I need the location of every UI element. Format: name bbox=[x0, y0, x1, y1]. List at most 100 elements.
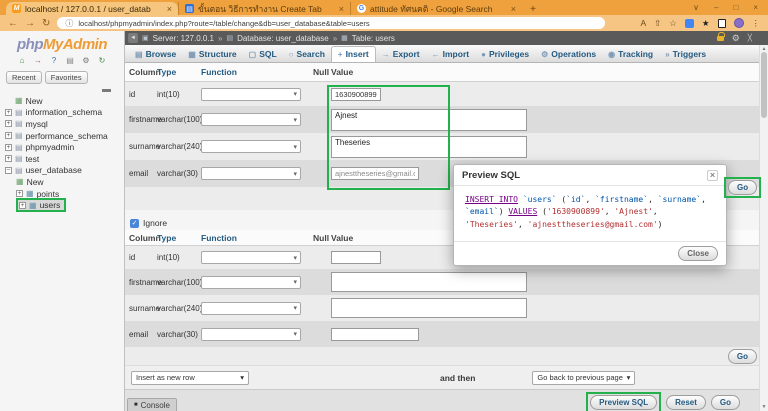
reset-button[interactable]: Reset bbox=[666, 395, 706, 410]
email-value-input-2[interactable] bbox=[331, 328, 419, 341]
function-select[interactable]: ▾ bbox=[201, 140, 301, 153]
expand-icon[interactable]: + bbox=[5, 120, 12, 127]
fullscreen-icon[interactable]: ╳ bbox=[748, 34, 752, 42]
console-tab[interactable]: ■ Console bbox=[127, 398, 177, 411]
expand-icon[interactable]: + bbox=[5, 144, 12, 151]
tree-item-information-schema[interactable]: + ▤ information_schema bbox=[0, 107, 124, 119]
browser-menu-icon[interactable]: ⋮ bbox=[752, 18, 761, 29]
share-icon[interactable]: ⇧ bbox=[654, 18, 661, 29]
firstname-value-textarea-2[interactable] bbox=[331, 272, 527, 292]
browser-tab-google-search[interactable]: G attitude ทัศนคติ - Google Search × bbox=[350, 2, 522, 15]
tab-search-icon[interactable]: ∨ bbox=[693, 3, 699, 12]
collapse-icon[interactable]: − bbox=[5, 167, 12, 174]
id-value-input-2[interactable] bbox=[331, 251, 381, 264]
bookmark-star-icon[interactable]: ☆ bbox=[669, 18, 677, 29]
email-value-input[interactable] bbox=[331, 167, 419, 180]
back-icon[interactable]: ← bbox=[8, 18, 18, 29]
extension-icon-blue[interactable] bbox=[685, 19, 694, 28]
tab-sql[interactable]: ▢SQL bbox=[243, 47, 283, 62]
page-settings-gear-icon[interactable]: ⚙ bbox=[732, 33, 740, 44]
tab-insert[interactable]: +Insert bbox=[331, 46, 376, 62]
minimize-icon[interactable]: – bbox=[714, 3, 718, 12]
recent-button[interactable]: Recent bbox=[6, 71, 42, 84]
logout-icon[interactable]: → bbox=[33, 56, 43, 65]
expand-icon[interactable]: + bbox=[16, 190, 23, 197]
scroll-down-icon[interactable]: ▼ bbox=[760, 404, 768, 410]
tree-item-users[interactable]: + ▦ users bbox=[0, 199, 124, 211]
expand-icon[interactable]: + bbox=[5, 109, 12, 116]
tree-item-new-database[interactable]: ▦ New bbox=[0, 95, 124, 107]
go-button[interactable]: Go bbox=[711, 395, 740, 410]
function-select[interactable]: ▾ bbox=[201, 251, 301, 264]
tree-label[interactable]: test bbox=[26, 154, 40, 164]
tree-item-user-database[interactable]: − ▤ user_database bbox=[0, 165, 124, 177]
tree-item-new-table[interactable]: ▦ New bbox=[0, 176, 124, 188]
tree-label[interactable]: users bbox=[40, 200, 61, 210]
tree-item-phpmyadmin[interactable]: + ▤ phpmyadmin bbox=[0, 141, 124, 153]
tab-triggers[interactable]: »Triggers bbox=[659, 47, 712, 62]
breadcrumb-table[interactable]: Table: users bbox=[352, 34, 395, 43]
function-select[interactable]: ▾ bbox=[201, 113, 301, 126]
nav-resize-handle[interactable] bbox=[102, 89, 111, 92]
tab-browse[interactable]: ▤Browse bbox=[129, 47, 182, 62]
tab-import[interactable]: ←Import bbox=[426, 47, 475, 62]
function-select[interactable]: ▾ bbox=[201, 88, 301, 101]
insert-mode-select[interactable]: Insert as new row ▾ bbox=[131, 371, 249, 385]
tree-label[interactable]: points bbox=[37, 189, 60, 199]
tree-label[interactable]: user_database bbox=[26, 165, 82, 175]
function-select[interactable]: ▾ bbox=[201, 167, 301, 180]
surname-value-textarea-2[interactable] bbox=[331, 298, 527, 318]
tree-label[interactable]: mysql bbox=[26, 119, 48, 129]
tree-label[interactable]: New bbox=[27, 177, 44, 187]
tab-close-icon[interactable]: × bbox=[339, 4, 344, 14]
help-icon[interactable]: ? bbox=[49, 56, 59, 65]
tab-privileges[interactable]: ●Privileges bbox=[475, 47, 535, 62]
function-select[interactable]: ▾ bbox=[201, 302, 301, 315]
favorites-button[interactable]: Favorites bbox=[45, 71, 88, 84]
tree-label[interactable]: phpmyadmin bbox=[26, 142, 75, 152]
after-insert-select[interactable]: Go back to previous page ▾ bbox=[532, 371, 635, 385]
tab-close-icon[interactable]: × bbox=[167, 4, 172, 14]
reload-icon[interactable]: ↻ bbox=[42, 18, 50, 29]
collapse-nav-icon[interactable]: ◄ bbox=[128, 33, 138, 43]
dialog-close-button[interactable]: Close bbox=[678, 246, 718, 261]
preview-sql-button[interactable]: Preview SQL bbox=[590, 395, 657, 410]
ignore-checkbox[interactable]: ✓ bbox=[130, 219, 139, 228]
tree-label[interactable]: information_schema bbox=[26, 107, 103, 117]
tab-export[interactable]: →Export bbox=[376, 47, 426, 62]
tree-label[interactable]: New bbox=[26, 96, 43, 106]
tab-operations[interactable]: ⚙Operations bbox=[535, 47, 602, 62]
breadcrumb-database[interactable]: Database: user_database bbox=[237, 34, 329, 43]
tab-structure[interactable]: ▦Structure bbox=[182, 47, 242, 62]
tree-item-performance-schema[interactable]: + ▤ performance_schema bbox=[0, 130, 124, 142]
new-tab-button[interactable]: + bbox=[526, 4, 540, 15]
site-info-icon[interactable]: ⓘ bbox=[65, 18, 73, 29]
reload-nav-icon[interactable]: ↻ bbox=[97, 56, 107, 65]
id-value-input[interactable] bbox=[331, 88, 381, 101]
forward-icon[interactable]: → bbox=[25, 18, 35, 29]
tree-item-mysql[interactable]: + ▤ mysql bbox=[0, 118, 124, 130]
address-bar[interactable]: ⓘ localhost/phpmyadmin/index.php?route=/… bbox=[57, 17, 605, 29]
documentation-icon[interactable]: ▤ bbox=[65, 56, 75, 65]
browser-tab-phpmyadmin[interactable]: M localhost / 127.0.0.1 / user_datab × bbox=[6, 2, 178, 15]
translate-icon[interactable]: A bbox=[640, 18, 646, 28]
extension-icon-bw[interactable] bbox=[718, 19, 726, 28]
home-icon[interactable]: ⌂ bbox=[17, 56, 27, 65]
block1-go-button[interactable]: Go bbox=[728, 180, 757, 195]
tree-label[interactable]: performance_schema bbox=[26, 131, 108, 141]
surname-value-textarea[interactable]: Theseries bbox=[331, 136, 527, 158]
tab-close-icon[interactable]: × bbox=[511, 4, 516, 14]
block2-go-button[interactable]: Go bbox=[728, 349, 757, 364]
function-select[interactable]: ▾ bbox=[201, 276, 301, 289]
expand-icon[interactable]: + bbox=[5, 132, 12, 139]
function-select[interactable]: ▾ bbox=[201, 328, 301, 341]
tree-item-test[interactable]: + ▤ test bbox=[0, 153, 124, 165]
browser-tab-thai-doc[interactable]: ▤ ขั้นตอน วิธีการทำงาน Create Tab × bbox=[178, 2, 350, 15]
maximize-icon[interactable]: □ bbox=[733, 3, 738, 12]
tab-search[interactable]: ○Search bbox=[283, 47, 331, 62]
vertical-scrollbar[interactable]: ▲ ▼ bbox=[759, 45, 768, 411]
tab-tracking[interactable]: ◉Tracking bbox=[602, 47, 659, 62]
dialog-close-icon[interactable]: × bbox=[707, 170, 718, 181]
expand-icon[interactable]: + bbox=[5, 155, 12, 162]
profile-avatar[interactable] bbox=[734, 18, 744, 28]
